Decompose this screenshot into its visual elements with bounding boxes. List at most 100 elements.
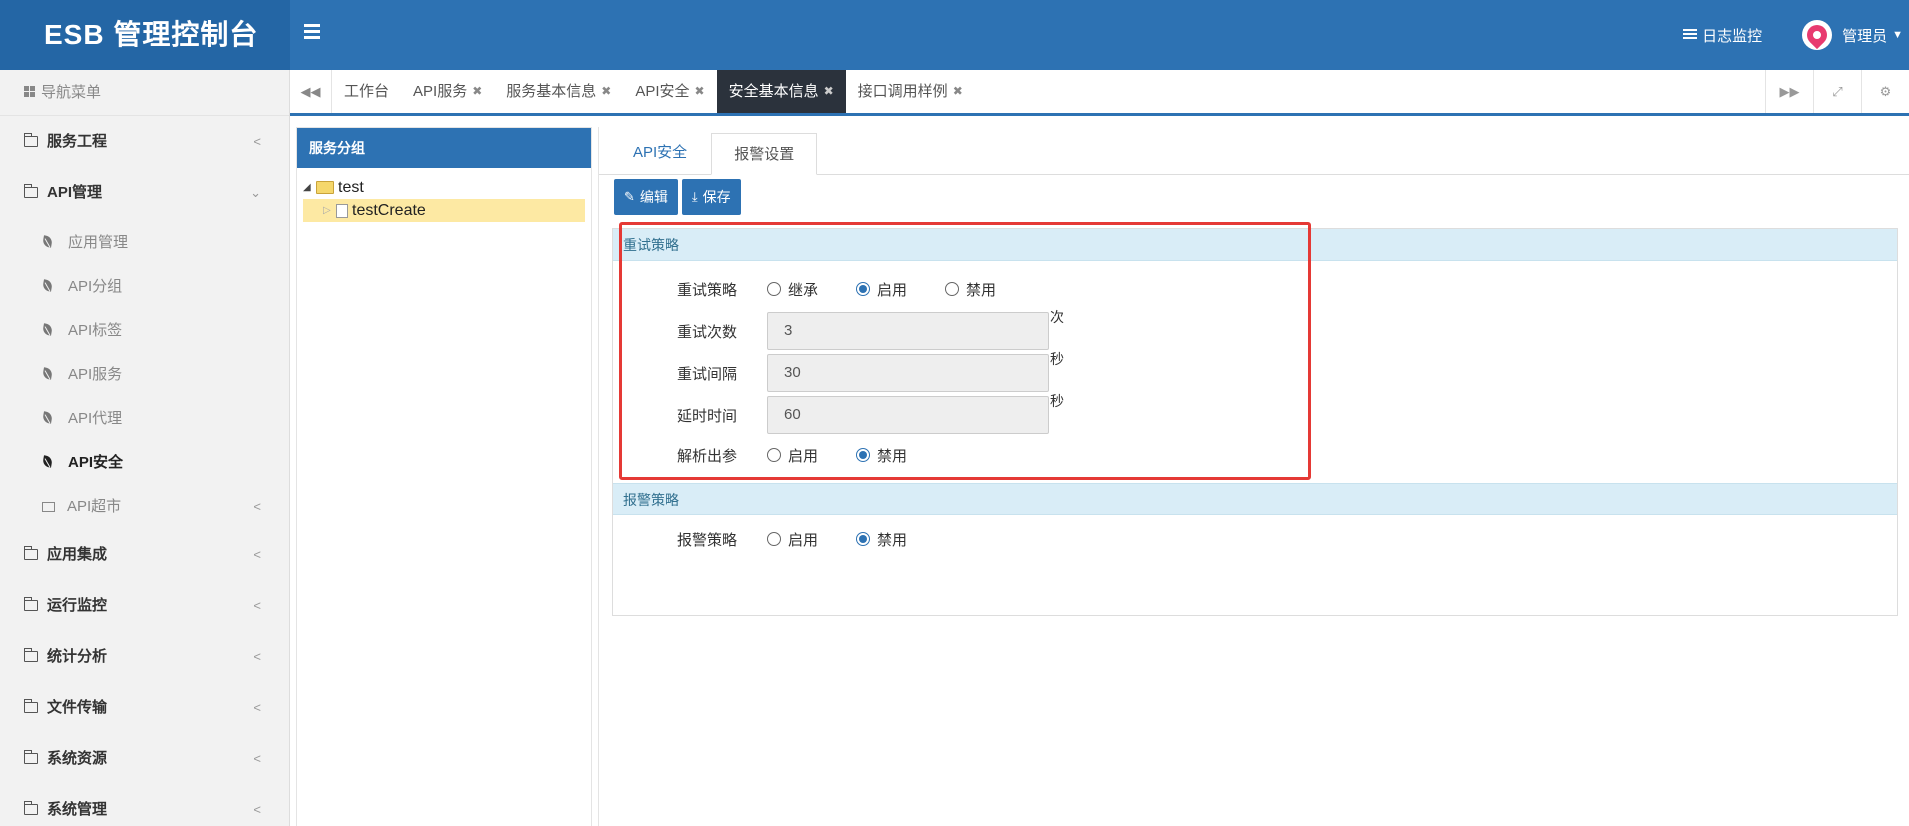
tab-alarm-settings[interactable]: 报警设置 — [711, 133, 818, 175]
menu-toggle-icon[interactable] — [304, 24, 320, 39]
sidebar-subitem-api-proxy[interactable]: API代理 — [0, 397, 289, 441]
delay-time-row: 延时时间 60 秒 — [613, 393, 1064, 435]
tree-node-testcreate[interactable]: ▷ testCreate — [303, 199, 585, 222]
tab-bar: ◀◀ 工作台 API服务 ✖ 服务基本信息 ✖ API安全 ✖ 安全基本信息 ✖ 接口调… — [290, 70, 1909, 116]
retry-interval-input[interactable]: 30 — [767, 354, 1049, 392]
tab-api-security[interactable]: API安全 ✖ — [623, 70, 716, 113]
scroll-left-icon[interactable]: ◀◀ — [290, 70, 332, 113]
folder-icon — [23, 699, 38, 713]
delay-time-unit: 秒 — [1050, 393, 1064, 409]
sidebar-item-service-project[interactable]: 服务工程 < — [0, 116, 289, 167]
parse-output-label: 解析出参 — [676, 447, 737, 465]
folder-icon — [23, 750, 38, 764]
sidebar-subitem-label: API服务 — [68, 366, 123, 383]
tab-call-example[interactable]: 接口调用样例 ✖ — [846, 70, 975, 113]
sidebar-item-file-transfer[interactable]: 文件传输 < — [0, 682, 289, 733]
delay-time-label: 延时时间 — [676, 407, 737, 425]
sidebar-subitem-api-tag[interactable]: API标签 — [0, 309, 289, 353]
close-icon[interactable]: ✖ — [601, 70, 611, 113]
close-icon[interactable]: ✖ — [695, 70, 705, 113]
sidebar-item-api-management[interactable]: API管理 ⌄ — [0, 167, 289, 218]
sidebar: 导航菜单 服务工程 < API管理 ⌄ 应用管理 API分组 API标签 API… — [0, 70, 290, 826]
settings-form: 重试策略 重试策略 继承 启用 禁用 重试次数 3 次 重试间隔 30 秒 延时… — [612, 228, 1898, 616]
tab-api-security-settings[interactable]: API安全 — [611, 132, 709, 174]
service-group-panel: 服务分组 ◢ test ▷ testCreate — [296, 127, 592, 826]
chevron-left-icon: < — [253, 751, 261, 766]
retry-interval-unit: 秒 — [1050, 351, 1064, 367]
caret-down-icon: ▼ — [1892, 29, 1903, 41]
alarm-disable-radio[interactable]: 禁用 — [856, 529, 907, 550]
retry-disable-radio[interactable]: 禁用 — [945, 279, 996, 300]
retry-inherit-radio[interactable]: 继承 — [767, 279, 818, 300]
sidebar-item-system-resources[interactable]: 系统资源 < — [0, 733, 289, 784]
sidebar-item-app-integration[interactable]: 应用集成 < — [0, 529, 289, 580]
sidebar-item-label: 服务工程 — [47, 133, 108, 150]
app-title: ESB 管理控制台 — [0, 0, 290, 70]
tab-api-service[interactable]: API服务 ✖ — [401, 70, 494, 113]
folder-icon — [23, 546, 38, 560]
folder-icon — [23, 184, 38, 198]
close-icon[interactable]: ✖ — [953, 70, 963, 113]
tab-service-info[interactable]: 服务基本信息 ✖ — [494, 70, 623, 113]
chevron-left-icon: < — [253, 134, 261, 149]
sidebar-subitem-label: API分组 — [68, 278, 123, 295]
tree-node-label: test — [338, 179, 364, 196]
expand-triangle-icon[interactable]: ◢ — [303, 176, 313, 199]
avatar — [1802, 20, 1833, 50]
sidebar-subitem-app-management[interactable]: 应用管理 — [0, 221, 289, 265]
tab-label: 工作台 — [344, 83, 390, 100]
alarm-enable-radio[interactable]: 启用 — [767, 529, 818, 550]
sidebar-item-label: 运行监控 — [47, 597, 108, 614]
sidebar-subitem-label: API安全 — [68, 454, 124, 471]
tab-workbench[interactable]: 工作台 — [332, 70, 401, 113]
user-name: 管理员 — [1842, 27, 1888, 45]
sidebar-item-statistics[interactable]: 统计分析 < — [0, 631, 289, 682]
retry-count-input[interactable]: 3 — [767, 312, 1049, 350]
parse-enable-radio[interactable]: 启用 — [767, 445, 818, 466]
chevron-left-icon: < — [253, 649, 261, 664]
tab-security-info[interactable]: 安全基本信息 ✖ — [716, 70, 846, 113]
gear-icon[interactable]: ⚙ — [1861, 70, 1909, 113]
retry-interval-label: 重试间隔 — [676, 365, 737, 383]
sidebar-subitem-label: API代理 — [68, 410, 123, 427]
sidebar-subitem-api-market[interactable]: API超市 < — [0, 485, 289, 529]
scroll-right-icon[interactable]: ▶▶ — [1765, 70, 1813, 113]
log-monitor-link[interactable]: 日志监控 — [1683, 25, 1762, 46]
tree-node-label: testCreate — [352, 202, 426, 219]
sidebar-subitem-api-security[interactable]: API安全 — [0, 441, 289, 485]
sidebar-subitem-label: API标签 — [68, 322, 123, 339]
user-menu[interactable]: 管理员 ▼ — [1802, 20, 1903, 50]
alarm-strategy-label: 报警策略 — [676, 531, 737, 549]
grid-icon — [24, 86, 36, 98]
leaf-icon — [42, 412, 53, 425]
edit-button[interactable]: ✎ 编辑 — [614, 179, 678, 215]
retry-count-unit: 次 — [1050, 309, 1064, 325]
fullscreen-icon[interactable]: ⤢ — [1813, 70, 1861, 113]
leaf-icon — [42, 324, 53, 337]
leaf-icon — [42, 280, 53, 293]
sidebar-item-runtime-monitor[interactable]: 运行监控 < — [0, 580, 289, 631]
radio-label: 禁用 — [966, 281, 997, 299]
sidebar-item-label: 系统资源 — [47, 750, 108, 767]
retry-interval-row: 重试间隔 30 秒 — [613, 351, 1064, 393]
close-icon[interactable]: ✖ — [824, 70, 834, 113]
tab-label: API服务 — [413, 83, 468, 100]
collapse-triangle-icon[interactable]: ▷ — [323, 199, 333, 222]
retry-enable-radio[interactable]: 启用 — [856, 279, 907, 300]
tree-node-test[interactable]: ◢ test — [303, 176, 585, 199]
sidebar-subitem-api-service[interactable]: API服务 — [0, 353, 289, 397]
chevron-left-icon: < — [253, 499, 261, 514]
parse-disable-radio[interactable]: 禁用 — [856, 445, 907, 466]
chevron-left-icon: < — [253, 547, 261, 562]
sidebar-subitem-label: API超市 — [67, 498, 122, 515]
folder-icon — [42, 502, 55, 512]
sidebar-item-system-management[interactable]: 系统管理 < — [0, 784, 289, 826]
close-icon[interactable]: ✖ — [472, 70, 482, 113]
group-tree: ◢ test ▷ testCreate — [297, 168, 591, 230]
save-button[interactable]: ⤓ 保存 — [681, 179, 741, 215]
delay-time-input[interactable]: 60 — [767, 396, 1049, 434]
sidebar-subitem-api-group[interactable]: API分组 — [0, 265, 289, 309]
file-icon — [336, 203, 348, 218]
radio-label: 禁用 — [877, 447, 908, 465]
chevron-left-icon: < — [253, 598, 261, 613]
